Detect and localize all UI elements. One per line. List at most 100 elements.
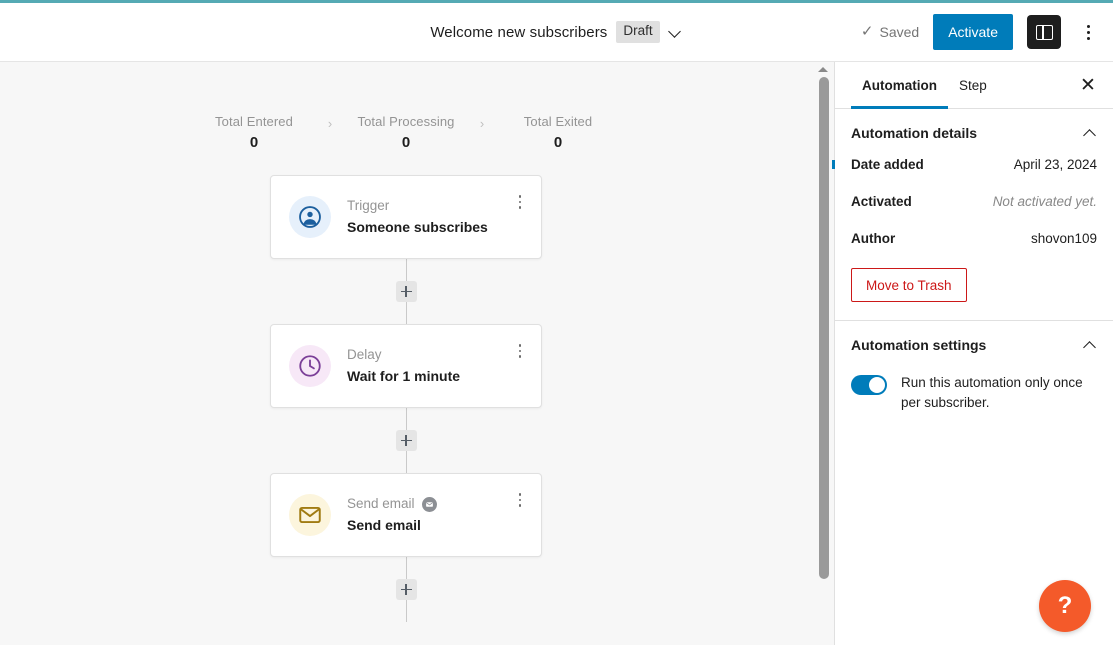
flow-step-menu-button[interactable] — [513, 491, 527, 509]
envelope-icon — [289, 494, 331, 536]
kebab-dot — [518, 504, 522, 507]
stat-label: Total Processing — [357, 114, 455, 129]
run-once-label: Run this automation only once per subscr… — [901, 375, 1083, 410]
add-step-button[interactable] — [395, 281, 417, 302]
automation-details-title: Automation details — [851, 125, 978, 141]
chevron-up-icon[interactable] — [1083, 338, 1097, 352]
more-options-button[interactable] — [1075, 17, 1101, 47]
flow-step-kicker: Delay — [347, 347, 513, 364]
stat-total-processing: Total Processing 0 — [340, 114, 472, 151]
flow-step-kicker: Trigger — [347, 198, 513, 215]
flow-step-send-email[interactable]: Send email Send email — [270, 473, 542, 557]
detail-row-activated: Activated Not activated yet. — [851, 194, 1097, 209]
saved-indicator: ✓ Saved — [860, 22, 920, 41]
stat-total-exited: Total Exited 0 — [492, 114, 624, 151]
help-button[interactable]: ? — [1039, 580, 1091, 632]
flow-step-title: Wait for 1 minute — [347, 367, 461, 384]
flow-step-trigger[interactable]: Trigger Someone subscribes — [270, 175, 542, 259]
detail-row-author: Author shovon109 — [851, 231, 1097, 246]
kebab-dot — [518, 493, 522, 496]
kebab-dot — [1086, 24, 1090, 28]
kebab-dot — [518, 200, 522, 204]
body-wrapper: Total Entered 0 › Total Processing 0 › T… — [0, 62, 1113, 645]
automation-flow: Trigger Someone subscribes Delay Wait fo… — [0, 175, 812, 622]
scrollbar-thumb[interactable] — [818, 77, 829, 579]
add-step-button[interactable] — [395, 430, 417, 451]
stat-separator-icon: › — [479, 116, 485, 131]
kebab-dot — [518, 498, 522, 502]
detail-label: Activated — [851, 194, 912, 209]
right-sidebar: Automation Step ✕ Automation details Dat… — [835, 62, 1113, 645]
connector-line — [405, 557, 407, 579]
detail-value: April 23, 2024 — [1013, 157, 1097, 172]
detail-label: Author — [851, 231, 896, 246]
kebab-dot — [1086, 36, 1090, 40]
flow-step-text: Send email Send email — [347, 496, 513, 534]
sidebar-toggle-button[interactable] — [1027, 15, 1061, 49]
flow-step-title: Someone subscribes — [347, 218, 488, 235]
add-step-button[interactable] — [395, 579, 417, 600]
connector-line — [405, 451, 407, 473]
move-to-trash-button[interactable]: Move to Trash — [851, 268, 967, 302]
email-status-badge-icon — [421, 496, 437, 512]
detail-value: shovon109 — [1030, 231, 1097, 246]
automation-settings-body: Run this automation only once per subscr… — [835, 369, 1113, 428]
close-icon[interactable]: ✕ — [1075, 72, 1101, 98]
kebab-dot — [518, 344, 522, 347]
top-bar: Welcome new subscribers Draft ✓ Saved Ac… — [0, 3, 1113, 62]
stat-label: Total Exited — [523, 114, 593, 129]
stat-value: 0 — [401, 134, 411, 151]
automation-canvas: Total Entered 0 › Total Processing 0 › T… — [0, 62, 835, 645]
flow-step-text: Trigger Someone subscribes — [347, 198, 513, 236]
toggle-knob — [869, 377, 885, 393]
stats-row: Total Entered 0 › Total Processing 0 › T… — [0, 62, 812, 151]
connector-line — [405, 600, 407, 622]
connector-line — [405, 302, 407, 324]
flow-connector — [395, 557, 417, 622]
top-bar-actions: ✓ Saved Activate — [861, 14, 1113, 50]
chevron-up-icon[interactable] — [1083, 126, 1097, 140]
stat-separator-icon: › — [327, 116, 333, 131]
detail-row-date-added: Date added April 23, 2024 — [851, 157, 1097, 172]
flow-step-menu-button[interactable] — [513, 193, 527, 211]
kebab-dot — [518, 349, 522, 353]
setting-run-once: Run this automation only once per subscr… — [851, 369, 1097, 428]
flow-step-delay[interactable]: Delay Wait for 1 minute — [270, 324, 542, 408]
kebab-dot — [1086, 30, 1090, 34]
tab-automation[interactable]: Automation — [851, 62, 948, 109]
stat-total-entered: Total Entered 0 — [188, 114, 320, 151]
automation-settings-title: Automation settings — [851, 337, 987, 353]
flow-step-kicker: Send email — [347, 496, 513, 513]
flow-step-kicker-label: Delay — [347, 346, 382, 362]
saved-label: Saved — [879, 24, 920, 40]
automation-settings-header[interactable]: Automation settings — [835, 321, 1113, 369]
flow-step-kicker-label: Trigger — [347, 197, 390, 213]
kebab-dot — [518, 355, 522, 358]
automation-details-header[interactable]: Automation details — [835, 109, 1113, 157]
flow-step-kicker-label: Send email — [347, 495, 415, 511]
scroll-up-arrow-icon[interactable] — [818, 65, 829, 74]
chevron-down-icon[interactable] — [669, 25, 683, 39]
automation-details-body: Date added April 23, 2024 Activated Not … — [835, 157, 1113, 320]
activate-button[interactable]: Activate — [933, 14, 1013, 50]
flow-step-text: Delay Wait for 1 minute — [347, 347, 513, 385]
kebab-dot — [518, 206, 522, 209]
check-icon: ✓ — [860, 22, 874, 40]
flow-step-menu-button[interactable] — [513, 342, 527, 360]
status-badge: Draft — [616, 21, 660, 43]
connector-line — [405, 408, 407, 430]
detail-value: Not activated yet. — [992, 194, 1097, 209]
sidebar-tabs: Automation Step ✕ — [835, 62, 1113, 109]
stat-label: Total Entered — [215, 114, 293, 129]
sidebar-panel-icon — [1035, 24, 1053, 40]
run-once-toggle[interactable] — [851, 375, 887, 395]
flow-connector — [395, 259, 417, 324]
connector-line — [405, 259, 407, 281]
flow-connector — [395, 408, 417, 473]
kebab-dot — [518, 195, 522, 198]
canvas-content: Total Entered 0 › Total Processing 0 › T… — [0, 62, 812, 622]
canvas-scrollbar[interactable] — [816, 62, 831, 645]
tab-step[interactable]: Step — [948, 62, 998, 108]
automation-title: Welcome new subscribers — [430, 23, 608, 41]
stat-value: 0 — [249, 134, 259, 151]
